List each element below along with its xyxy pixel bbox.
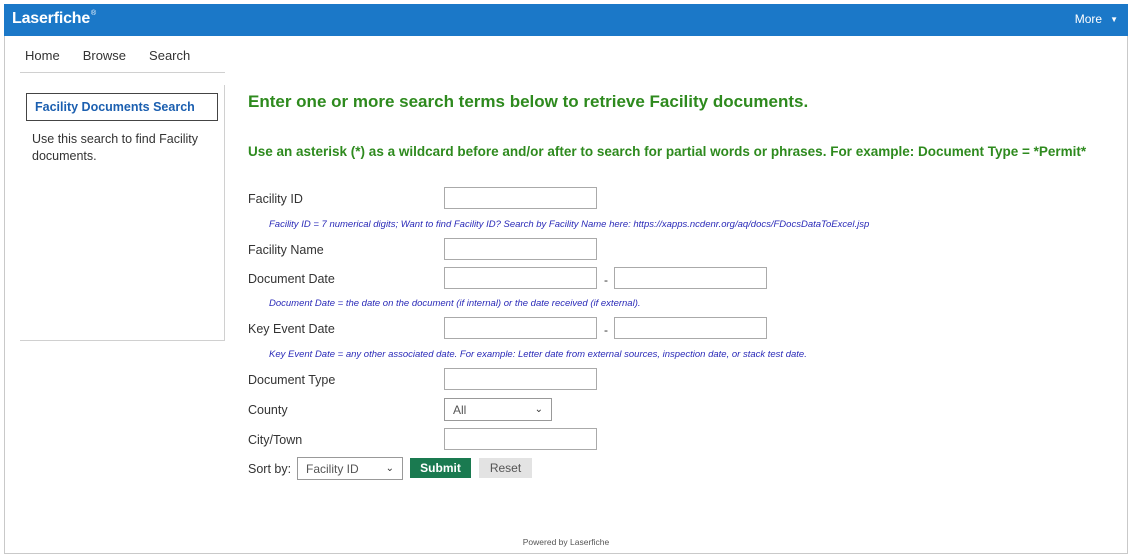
sort-by-select[interactable]: Facility ID ⌄ xyxy=(297,457,403,480)
county-select[interactable]: All ⌄ xyxy=(444,398,552,421)
chevron-down-icon: ⌄ xyxy=(534,404,543,415)
logo-trademark: ® xyxy=(91,10,97,17)
nav-search[interactable]: Search xyxy=(149,44,190,72)
laserfiche-logo[interactable]: Laserfiche® xyxy=(12,10,96,28)
reset-button[interactable]: Reset xyxy=(479,458,532,478)
city-town-input[interactable] xyxy=(444,428,597,450)
document-date-label: Document Date xyxy=(248,272,335,286)
document-type-input[interactable] xyxy=(444,368,597,390)
key-event-date-from-input[interactable] xyxy=(444,317,597,339)
facility-id-input[interactable] xyxy=(444,187,597,209)
key-event-date-hint: Key Event Date = any other associated da… xyxy=(269,349,807,360)
key-event-date-to-input[interactable] xyxy=(614,317,767,339)
sidebar-description: Use this search to find Facility documen… xyxy=(32,132,199,163)
more-label: More xyxy=(1074,12,1103,26)
sort-by-selected-value: Facility ID xyxy=(306,461,359,476)
logo-text: Laserfiche xyxy=(12,10,91,27)
document-date-to-input[interactable] xyxy=(614,267,767,289)
document-type-label: Document Type xyxy=(248,373,336,387)
city-town-label: City/Town xyxy=(248,433,303,447)
main-nav: Home Browse Search xyxy=(20,44,225,73)
facility-id-hint: Facility ID = 7 numerical digits; Want t… xyxy=(269,219,870,230)
document-date-from-input[interactable] xyxy=(444,267,597,289)
county-label: County xyxy=(248,403,288,417)
document-date-hint: Document Date = the date on the document… xyxy=(269,298,641,309)
key-event-date-label: Key Event Date xyxy=(248,322,335,336)
sort-by-label: Sort by: xyxy=(248,462,292,476)
wildcard-instructions: Use an asterisk (*) as a wildcard before… xyxy=(248,144,1087,159)
chevron-down-icon: ⌄ xyxy=(385,463,394,474)
key-event-date-separator: - xyxy=(604,323,608,337)
sidebar: Facility Documents Search Use this searc… xyxy=(20,85,225,341)
submit-button[interactable]: Submit xyxy=(410,458,471,478)
county-selected-value: All xyxy=(453,402,467,417)
nav-home[interactable]: Home xyxy=(25,44,60,72)
facility-id-label: Facility ID xyxy=(248,192,303,206)
facility-name-label: Facility Name xyxy=(248,243,324,257)
top-bar: Laserfiche® More ▼ xyxy=(4,4,1128,36)
nav-browse[interactable]: Browse xyxy=(83,44,126,72)
powered-by-footer: Powered by Laserfiche xyxy=(522,537,610,547)
facility-name-input[interactable] xyxy=(444,238,597,260)
more-menu-button[interactable]: More ▼ xyxy=(1075,12,1118,26)
sidebar-item-facility-documents-search[interactable]: Facility Documents Search xyxy=(26,93,218,121)
caret-down-icon: ▼ xyxy=(1110,14,1118,24)
page-heading: Enter one or more search terms below to … xyxy=(248,92,809,111)
document-date-separator: - xyxy=(604,273,608,287)
